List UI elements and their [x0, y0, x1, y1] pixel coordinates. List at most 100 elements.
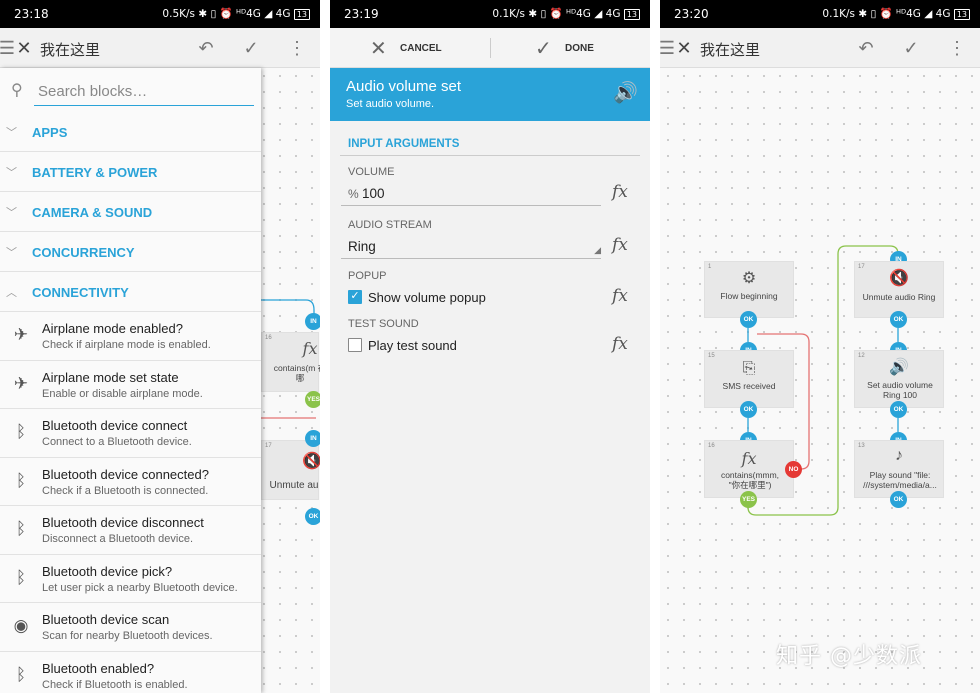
audio-stream-select[interactable]: Ring ◢ [341, 237, 601, 259]
node-number: 16 [265, 335, 272, 341]
volume-value: 100 [362, 186, 385, 201]
block-description: Enable or disable airplane mode. [42, 387, 203, 400]
mute-speaker-icon: 🔇 [889, 270, 909, 287]
bluetooth-connect-icon: ᛒ [15, 422, 27, 441]
category-label: BATTERY & POWER [32, 165, 158, 180]
block-bluetooth-enabled[interactable]: ᛒ Bluetooth enabled? Check if Bluetooth … [0, 651, 261, 693]
category-camera-sound[interactable]: ﹀ CAMERA & SOUND [0, 192, 261, 232]
category-connectivity[interactable]: ︿ CONNECTIVITY [0, 272, 261, 312]
node-number: 17 [265, 443, 272, 449]
bluetooth-disconnect-icon: ᛒ [15, 519, 27, 538]
port-ok[interactable]: OK [740, 311, 757, 328]
speaker-icon: 🔊 [613, 82, 638, 104]
function-icon[interactable]: fx [612, 182, 628, 202]
port-yes[interactable]: YES [305, 391, 320, 408]
port-in[interactable]: IN [305, 313, 320, 330]
app-bar: ☰ ✕ 我在这里 ↶ ✓ ⋮ [0, 28, 320, 68]
overflow-menu-icon[interactable]: ⋮ [286, 37, 308, 59]
bluetooth-connected-icon: ᛒ [15, 470, 27, 490]
block-bluetooth-device-scan[interactable]: ◉ Bluetooth device scan Scan for nearby … [0, 603, 261, 652]
flow-title: 我在这里 [700, 41, 761, 59]
flow-node-unmute-audio[interactable]: 17 🔇 Unmute audio Ring [854, 261, 944, 318]
node-label: SMS received [722, 381, 776, 391]
status-indicators: 0.1K/s ✱ ▯ ⏰ ᴴᴰ4G ◢ 4G [822, 8, 951, 20]
watermark: 知乎 @少数派 [776, 644, 922, 669]
chevron-down-icon: ﹀ [6, 247, 17, 259]
battery-icon: 13 [953, 9, 970, 20]
tools-icon: ✕ [16, 38, 32, 58]
port-in[interactable]: IN [305, 430, 320, 447]
done-button[interactable]: ✓ DONE [491, 28, 650, 68]
category-apps[interactable]: ﹀ APPS [0, 112, 261, 152]
status-time: 23:20 [674, 7, 709, 21]
block-airplane-mode-enabled[interactable]: ✈ Airplane mode enabled? Check if airpla… [0, 312, 261, 361]
status-indicators: 0.1K/s ✱ ▯ ⏰ ᴴᴰ4G ◢ 4G [492, 8, 621, 20]
section-input-arguments: INPUT ARGUMENTS [340, 132, 640, 156]
function-icon[interactable]: fx [612, 286, 628, 306]
port-ok[interactable]: OK [890, 401, 907, 418]
block-bluetooth-device-pick[interactable]: ᛒ Bluetooth device pick? Let user pick a… [0, 554, 261, 603]
flow-node-contains[interactable]: 16 fx contains(mmm, "你在哪里") [704, 440, 794, 498]
test-sound-checkbox[interactable] [348, 338, 362, 352]
block-title: Bluetooth device scan [42, 612, 170, 627]
check-icon[interactable]: ✓ [240, 37, 262, 59]
flow-node-sms-received[interactable]: 15 ⎘ SMS received [704, 350, 794, 408]
block-bluetooth-device-connect[interactable]: ᛒ Bluetooth device connect Connect to a … [0, 409, 261, 458]
port-ok[interactable]: OK [740, 401, 757, 418]
chevron-down-icon: ﹀ [6, 127, 17, 139]
port-yes[interactable]: YES [740, 491, 757, 508]
percent-prefix: % [348, 187, 359, 201]
port-no[interactable]: NO [785, 461, 802, 478]
block-airplane-mode-set-state[interactable]: ✈ Airplane mode set state Enable or disa… [0, 360, 261, 409]
function-icon[interactable]: fx [612, 334, 628, 354]
phone-panel-block-picker: 23:18 0.5K/s ✱ ▯ ⏰ ᴴᴰ4G ◢ 4G 13 ☰ ✕ 我在这里… [0, 0, 320, 693]
port-ok[interactable]: OK [890, 311, 907, 328]
flow-canvas[interactable]: 1 ⚙ Flow beginning OK IN 15 ⎘ SMS receiv… [660, 68, 980, 693]
popup-checkbox[interactable]: ✓ [348, 290, 362, 304]
flow-node-17[interactable]: 17 🔇 Unmute au [261, 440, 320, 500]
undo-icon[interactable]: ↶ [855, 37, 877, 59]
done-label: DONE [565, 43, 594, 54]
airplane-icon: ✈ [13, 325, 29, 344]
category-label: CAMERA & SOUND [32, 205, 153, 220]
category-concurrency[interactable]: ﹀ CONCURRENCY [0, 232, 261, 272]
flow-node-set-audio-volume[interactable]: 12 🔊 Set audio volume Ring 100 [854, 350, 944, 408]
app-bar: ☰ ✕ 我在这里 ↶ ✓ ⋮ [660, 28, 980, 68]
overflow-menu-icon[interactable]: ⋮ [946, 37, 968, 59]
flow-node-flow-beginning[interactable]: 1 ⚙ Flow beginning [704, 261, 794, 318]
bluetooth-scan-icon: ◉ [13, 616, 29, 635]
node-label: Set audio volume Ring 100 [867, 380, 933, 400]
block-description: Check if a Bluetooth is connected. [42, 484, 209, 497]
undo-icon[interactable]: ↶ [195, 37, 217, 59]
check-icon[interactable]: ✓ [900, 37, 922, 59]
block-description: Connect to a Bluetooth device. [42, 436, 192, 448]
test-sound-checkbox-label: Play test sound [368, 338, 457, 353]
function-icon[interactable]: fx [612, 235, 628, 255]
block-description: Let user pick a nearby Bluetooth device. [42, 581, 238, 594]
battery-icon: 13 [623, 9, 640, 20]
cancel-button[interactable]: ✕ CANCEL [330, 28, 490, 68]
block-title: Audio volume set [346, 78, 462, 95]
block-description: Disconnect a Bluetooth device. [42, 533, 194, 545]
port-ok[interactable]: OK [305, 508, 320, 525]
block-description: Check if airplane mode is enabled. [42, 339, 211, 351]
speaker-icon: 🔊 [889, 359, 909, 376]
volume-label: VOLUME [348, 166, 395, 178]
flow-node-16[interactable]: 16 fx contains(m 在哪 [261, 332, 320, 392]
flow-node-play-sound[interactable]: 13 ♪ Play sound "file: ///system/media/a… [854, 440, 944, 498]
function-icon: fx [741, 449, 757, 468]
status-bar: 23:20 0.1K/s ✱ ▯ ⏰ ᴴᴰ4G ◢ 4G 13 [660, 0, 980, 28]
block-bluetooth-device-disconnect[interactable]: ᛒ Bluetooth device disconnect Disconnect… [0, 506, 261, 555]
status-icons: 0.1K/s ✱ ▯ ⏰ ᴴᴰ4G ◢ 4G 13 [822, 7, 970, 20]
node-label: contains(mmm, "你在哪里") [720, 470, 780, 490]
close-icon: ✕ [370, 38, 387, 60]
block-bluetooth-device-connected[interactable]: ᛒ Bluetooth device connected? Check if a… [0, 457, 261, 506]
gear-icon: ⚙ [741, 270, 757, 287]
category-battery-power[interactable]: ﹀ BATTERY & POWER [0, 152, 261, 192]
volume-field[interactable]: % 100 [341, 184, 601, 206]
block-drawer: ⚲ ﹀ APPS ﹀ BATTERY & POWER ﹀ CAMERA & SO… [0, 68, 261, 693]
search-input[interactable] [34, 78, 254, 106]
function-icon: fx [302, 339, 318, 358]
port-ok[interactable]: OK [890, 491, 907, 508]
search-icon: ⚲ [11, 82, 23, 99]
